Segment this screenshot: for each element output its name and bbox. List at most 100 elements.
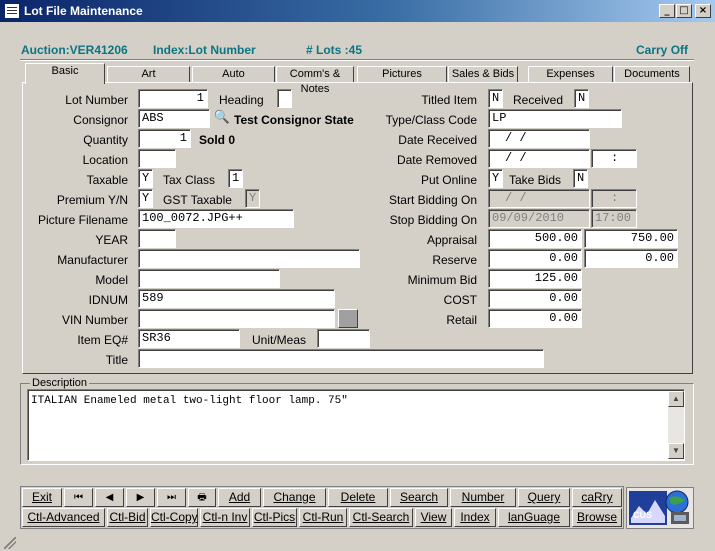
tab-expenses[interactable]: Expenses xyxy=(528,66,613,83)
close-button[interactable]: × xyxy=(695,4,711,18)
unit-meas-field[interactable] xyxy=(317,329,370,348)
lot-number-field[interactable]: 1 xyxy=(138,89,208,108)
model-field[interactable] xyxy=(138,269,280,288)
cost-label: COST xyxy=(443,293,477,307)
tab-sales-bids[interactable]: Sales & Bids xyxy=(448,66,518,83)
cus-logo: CUS xyxy=(626,487,694,529)
retail-label: Retail xyxy=(446,313,477,327)
appraisal-label: Appraisal xyxy=(426,233,477,247)
received-label: Received xyxy=(513,93,564,107)
take-bids-field[interactable]: N xyxy=(573,169,588,188)
window-title-bar[interactable]: Lot File Maintenance _ □ × xyxy=(0,0,715,22)
picture-filename-label: Picture Filename xyxy=(37,213,128,227)
date-removed-time-field[interactable]: : xyxy=(591,149,637,168)
cost-field[interactable]: 0.00 xyxy=(488,289,582,308)
year-field[interactable] xyxy=(138,229,176,248)
search-button[interactable]: Search xyxy=(390,488,448,507)
view-button[interactable]: View xyxy=(415,508,452,527)
tab-documents[interactable]: Documents xyxy=(614,66,690,83)
ctl-copy-button[interactable]: Ctl-Copy xyxy=(150,508,198,527)
next-record-icon[interactable]: ▶ xyxy=(126,488,155,507)
idnum-field[interactable]: 589 xyxy=(138,289,335,308)
location-field[interactable] xyxy=(138,149,176,168)
vin-number-field[interactable] xyxy=(138,309,335,328)
delete-button[interactable]: Delete xyxy=(328,488,388,507)
manufacturer-label: Manufacturer xyxy=(57,253,128,267)
number-button[interactable]: Number xyxy=(450,488,516,507)
minimum-bid-field[interactable]: 125.00 xyxy=(488,269,582,288)
picture-filename-field[interactable]: 100_0072.JPG++ xyxy=(138,209,294,228)
type-class-label: Type/Class Code xyxy=(385,113,477,127)
carry-status: Carry Off xyxy=(636,43,689,57)
start-bidding-field: / / xyxy=(488,189,590,208)
change-button[interactable]: Change xyxy=(263,488,326,507)
reserve-low-field[interactable]: 0.00 xyxy=(488,249,582,268)
index-button[interactable]: Index xyxy=(454,508,496,527)
ctl-bid-button[interactable]: Ctl-Bid xyxy=(107,508,148,527)
title-field[interactable] xyxy=(138,349,544,368)
ctl-pics-button[interactable]: Ctl-Pics xyxy=(252,508,297,527)
query-button[interactable]: Query xyxy=(518,488,570,507)
type-class-field[interactable]: LP xyxy=(488,109,622,128)
last-record-icon[interactable]: ⏭ xyxy=(157,488,186,507)
date-received-field[interactable]: / / xyxy=(488,129,590,148)
ctl-advanced-button[interactable]: Ctl-Advanced xyxy=(22,508,105,527)
tab-basic[interactable]: Basic xyxy=(25,63,105,84)
index-label: Index:Lot Number xyxy=(153,43,256,57)
taxable-field[interactable]: Y xyxy=(138,169,153,188)
appraisal-low-field[interactable]: 500.00 xyxy=(488,229,582,248)
consignor-lookup-icon[interactable]: 🔍 xyxy=(213,109,231,127)
scroll-up-icon[interactable]: ▲ xyxy=(668,391,684,407)
reserve-high-field[interactable]: 0.00 xyxy=(584,249,678,268)
consignor-name: Test Consignor State xyxy=(234,113,354,127)
retail-field[interactable]: 0.00 xyxy=(488,309,582,328)
consignor-field[interactable]: ABS xyxy=(138,109,210,128)
tab-art[interactable]: Art xyxy=(107,66,190,83)
tax-class-label: Tax Class xyxy=(163,173,216,187)
year-label: YEAR xyxy=(95,233,128,247)
previous-record-icon[interactable]: ◀ xyxy=(95,488,124,507)
auction-id: Auction:VER41206 xyxy=(21,43,128,57)
browse-button[interactable]: Browse xyxy=(572,508,622,527)
description-label: Description xyxy=(30,377,90,389)
resize-grip-icon[interactable] xyxy=(4,537,16,549)
maximize-button[interactable]: □ xyxy=(676,4,692,18)
carry-button[interactable]: caRry xyxy=(572,488,622,507)
print-icon[interactable]: 🖶 xyxy=(188,488,216,507)
put-online-field[interactable]: Y xyxy=(488,169,503,188)
exit-button[interactable]: Exit xyxy=(22,488,62,507)
item-eq-field[interactable]: SR36 xyxy=(138,329,240,348)
titled-item-label: Titled Item xyxy=(421,93,477,107)
heading-field[interactable] xyxy=(277,89,292,108)
titled-item-field[interactable]: N xyxy=(488,89,503,108)
description-textarea[interactable]: ITALIAN Enameled metal two-light floor l… xyxy=(27,389,685,461)
minimize-button[interactable]: _ xyxy=(659,4,675,18)
scroll-down-icon[interactable]: ▼ xyxy=(668,443,684,459)
quantity-field[interactable]: 1 xyxy=(138,129,191,148)
ctl-run-button[interactable]: Ctl-Run xyxy=(299,508,347,527)
unit-meas-label: Unit/Meas xyxy=(252,333,307,347)
date-removed-field[interactable]: / / xyxy=(488,149,590,168)
manufacturer-field[interactable] xyxy=(138,249,360,268)
ctl-search-button[interactable]: Ctl-Search xyxy=(349,508,413,527)
minimum-bid-label: Minimum Bid xyxy=(407,273,477,287)
premium-field[interactable]: Y xyxy=(138,189,153,208)
tax-class-field[interactable]: 1 xyxy=(228,169,243,188)
description-scrollbar[interactable]: ▲ ▼ xyxy=(668,391,684,459)
date-received-label: Date Received xyxy=(398,133,477,147)
ctl-inv-button[interactable]: Ctl-n Inv xyxy=(200,508,250,527)
reserve-label: Reserve xyxy=(432,253,477,267)
logo-text: CUS xyxy=(633,510,653,520)
appraisal-high-field[interactable]: 750.00 xyxy=(584,229,678,248)
stop-bidding-time-field: 17:00 xyxy=(591,209,637,228)
language-button[interactable]: lanGuage xyxy=(498,508,570,527)
tab-pictures[interactable]: Pictures xyxy=(357,66,447,83)
vin-decode-button[interactable] xyxy=(338,309,358,328)
header-separator xyxy=(20,59,694,61)
stop-bidding-label: Stop Bidding On xyxy=(389,213,477,227)
add-button[interactable]: Add xyxy=(218,488,261,507)
tab-auto[interactable]: Auto xyxy=(192,66,275,83)
tab-comms-notes[interactable]: Comm's & Notes xyxy=(276,66,354,95)
first-record-icon[interactable]: ⏮ xyxy=(64,488,93,507)
received-field[interactable]: N xyxy=(574,89,589,108)
